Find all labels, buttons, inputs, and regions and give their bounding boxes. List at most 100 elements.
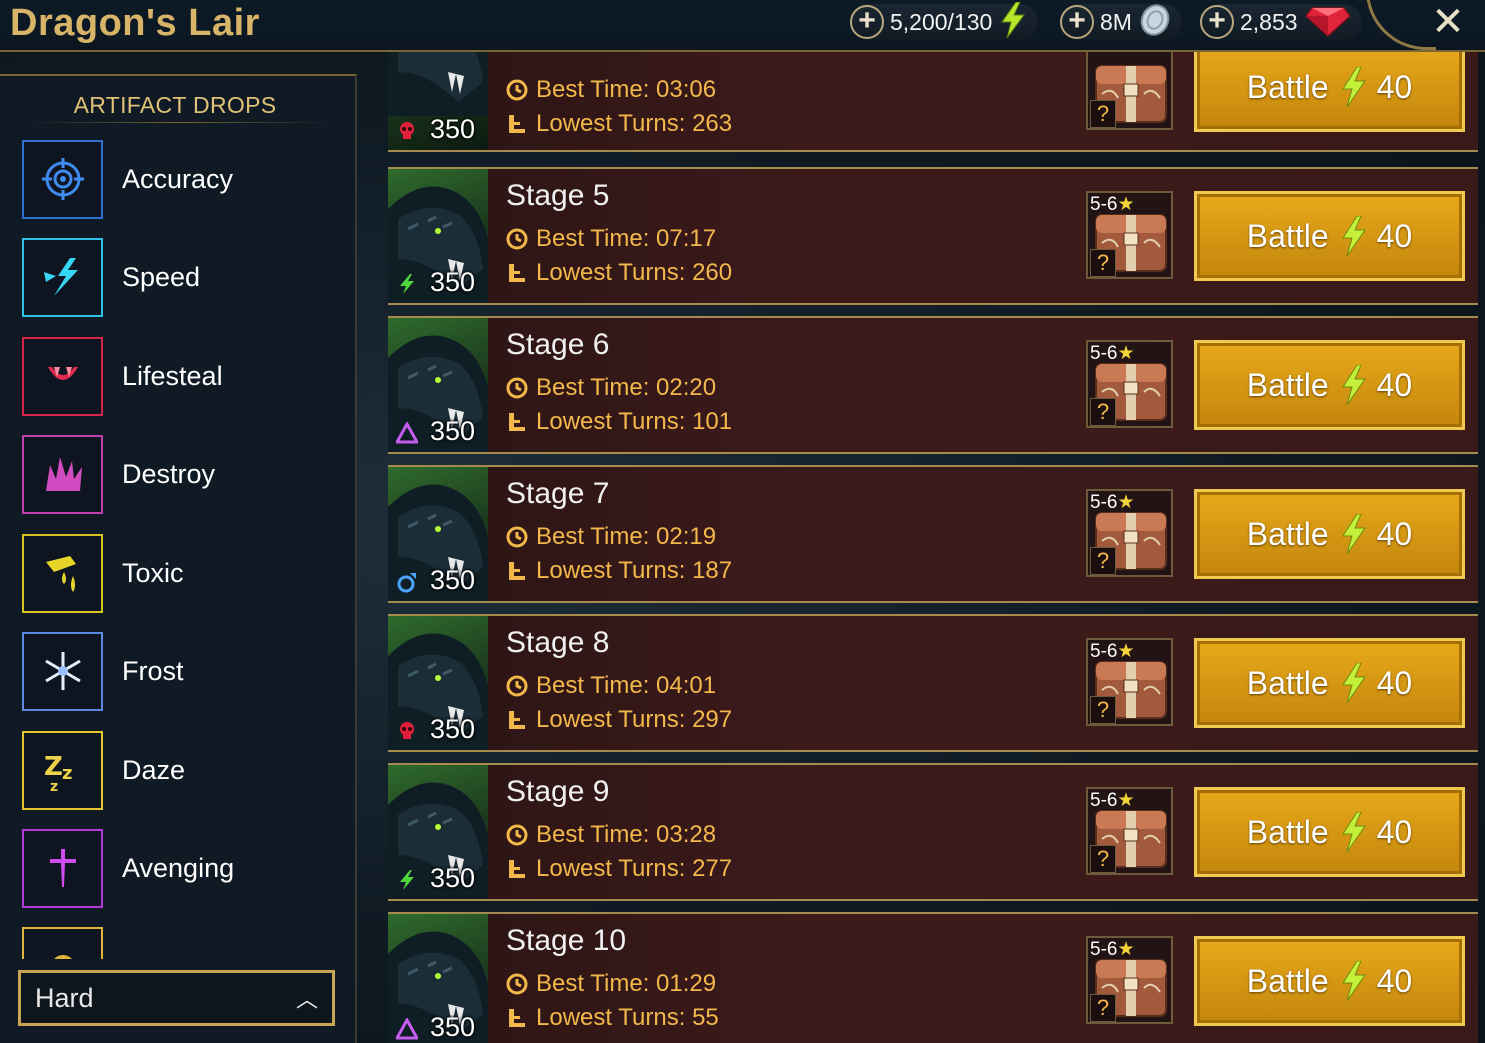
lowest-turns: Lowest Turns: 55 (506, 1004, 719, 1032)
close-button[interactable]: ✕ (1428, 0, 1468, 44)
artifact-drop-speed[interactable]: Speed (22, 237, 342, 317)
battle-cost: 40 (1376, 217, 1413, 254)
artifact-drop-toxic[interactable]: Toxic (22, 533, 342, 613)
silver-counter[interactable]: + 8M (1060, 3, 1182, 40)
battle-button[interactable]: Battle 40 (1194, 936, 1465, 1026)
battle-button[interactable]: Battle 40 (1194, 489, 1465, 579)
avenging-icon (22, 828, 103, 908)
reward-chest[interactable]: 5-6★ ? (1086, 191, 1173, 279)
best-time: Best Time: 03:06 (506, 76, 716, 104)
reward-chest[interactable]: 5-6★ ? (1086, 787, 1173, 875)
best-time-text: Best Time: 07:17 (536, 225, 717, 252)
best-time: Best Time: 04:01 (506, 672, 716, 700)
lowest-turns: Lowest Turns: 187 (506, 557, 732, 585)
chevron-up-icon: ︿ (295, 987, 318, 1012)
energy-icon (1339, 216, 1367, 256)
accuracy-icon (22, 139, 103, 219)
battle-label: Battle (1246, 217, 1329, 254)
question-icon: ? (1090, 100, 1116, 128)
boss-portrait: 350 (388, 467, 488, 601)
top-bar: Dragon's Lair + 5,200/130 + 8M + 2,853 ✕ (0, 0, 1485, 52)
question-icon: ? (1090, 547, 1116, 575)
reward-chest[interactable]: 5-6★ ? (1086, 936, 1173, 1024)
chest-rank: 5-6★ (1090, 492, 1135, 513)
hourglass-icon (506, 858, 528, 880)
question-icon: ? (1090, 994, 1116, 1022)
drop-label: Frost (122, 655, 184, 686)
ruby-icon (1304, 2, 1352, 43)
drop-label: Avenging (122, 852, 235, 883)
artifact-drop-avenging[interactable]: Avenging (22, 828, 342, 908)
hourglass-icon (506, 262, 528, 284)
energy-counter[interactable]: + 5,200/130 (850, 0, 1039, 43)
hourglass-icon (506, 560, 528, 582)
best-time: Best Time: 02:19 (506, 523, 716, 551)
reward-chest[interactable]: 5-6★ ? (1086, 489, 1173, 577)
stage-name: Stage 10 (506, 924, 627, 957)
svg-text:z: z (62, 763, 72, 784)
lowest-turns-text: Lowest Turns: 277 (536, 855, 733, 882)
stage-energy-value: 350 (430, 565, 476, 595)
lifesteal-icon (22, 336, 103, 416)
stage-energy-value: 350 (430, 267, 476, 297)
drop-label: Lifesteal (122, 360, 223, 391)
stage-row: 350 Stage 6 Best Time: 02:20 Lowest Turn… (388, 316, 1478, 454)
battle-cost: 40 (1376, 813, 1413, 850)
difficulty-value: Hard (35, 982, 94, 1013)
drop-label: Accuracy (122, 163, 234, 194)
star-icon: ★ (1117, 492, 1135, 513)
battle-button[interactable]: Battle 40 (1194, 787, 1465, 877)
hourglass-icon (506, 709, 528, 731)
best-time-text: Best Time: 04:01 (536, 672, 717, 699)
hourglass-icon (506, 113, 528, 135)
page-title: Dragon's Lair (10, 2, 260, 44)
gems-counter[interactable]: + 2,853 (1200, 4, 1362, 40)
stage-name: Stage 7 (506, 477, 610, 510)
stage-name: Stage 5 (506, 179, 610, 212)
clock-icon (506, 675, 528, 697)
battle-button[interactable]: Battle 40 (1194, 191, 1465, 281)
lowest-turns-text: Lowest Turns: 260 (536, 259, 733, 286)
stage-energy-value: 350 (430, 416, 476, 446)
reward-chest[interactable]: ★ ? (1086, 42, 1173, 130)
lowest-turns: Lowest Turns: 101 (506, 408, 732, 436)
question-icon: ? (1090, 249, 1116, 277)
add-gems-button[interactable]: + (1200, 5, 1234, 39)
battle-label: Battle (1246, 68, 1329, 105)
difficulty-dropdown[interactable]: Hard ︿ (18, 970, 335, 1026)
gems-value: 2,853 (1240, 8, 1298, 35)
battle-label: Battle (1246, 962, 1329, 999)
hourglass-icon (506, 1007, 528, 1029)
energy-icon (1339, 67, 1367, 107)
decorative-arc (1366, 0, 1436, 50)
battle-button[interactable]: Battle 40 (1194, 638, 1465, 728)
add-silver-button[interactable]: + (1060, 5, 1094, 39)
artifact-drop-destroy[interactable]: Destroy (22, 434, 342, 514)
artifact-drop-accuracy[interactable]: Accuracy (22, 139, 342, 219)
best-time: Best Time: 03:28 (506, 821, 716, 849)
artifact-drop-partial[interactable] (22, 927, 342, 959)
stage-name: Stage 6 (506, 328, 610, 361)
boss-portrait: 350 (388, 914, 488, 1043)
toxic-icon (22, 533, 103, 613)
daze-icon: Zzz (22, 730, 103, 810)
svg-text:Z: Z (44, 752, 63, 782)
battle-label: Battle (1246, 515, 1329, 552)
reward-chest[interactable]: 5-6★ ? (1086, 638, 1173, 726)
artifact-drop-frost[interactable]: Frost (22, 631, 342, 711)
battle-button[interactable]: Battle 40 (1194, 340, 1465, 430)
artifact-drop-daze[interactable]: Zzz Daze (22, 730, 342, 810)
add-energy-button[interactable]: + (850, 5, 884, 39)
chest-rank: 5-6★ (1090, 939, 1135, 960)
star-icon: ★ (1117, 343, 1135, 364)
question-icon: ? (1090, 696, 1116, 724)
stage-energy-value: 350 (430, 714, 476, 744)
battle-button[interactable]: Battle 40 (1194, 42, 1465, 132)
artifact-drop-lifesteal[interactable]: Lifesteal (22, 336, 342, 416)
star-icon: ★ (1117, 939, 1135, 960)
lowest-turns: Lowest Turns: 260 (506, 259, 732, 287)
energy-icon (998, 0, 1028, 43)
reward-chest[interactable]: 5-6★ ? (1086, 340, 1173, 428)
speed-icon (22, 237, 103, 317)
lowest-turns-text: Lowest Turns: 101 (536, 408, 733, 435)
